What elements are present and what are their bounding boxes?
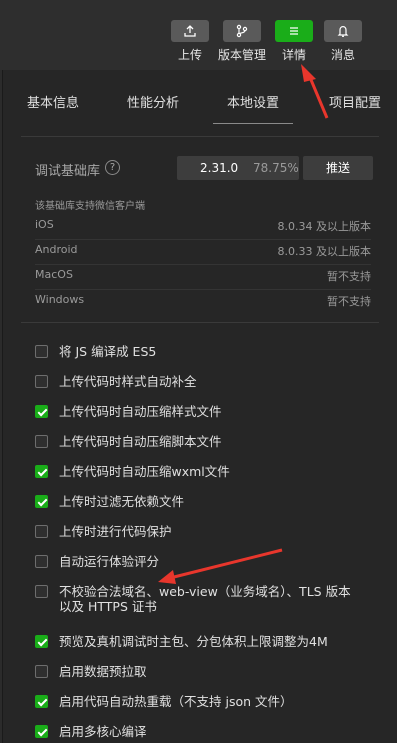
checked-checkbox[interactable] <box>35 725 48 738</box>
base-library-select[interactable]: 2.31.0 78.75% <box>177 156 299 180</box>
option-label: 启用多核心编译 <box>59 724 147 739</box>
base-library-usage: 78.75% <box>253 161 299 175</box>
support-row: iOS 8.0.34 及以上版本 <box>35 218 371 240</box>
bell-icon <box>324 20 362 42</box>
option-label: 不校验合法域名、web-view（业务域名）、TLS 版本以及 HTTPS 证书 <box>59 584 351 614</box>
checked-checkbox[interactable] <box>35 695 48 708</box>
unchecked-checkbox[interactable] <box>35 345 48 358</box>
support-requirement: 暂不支持 <box>327 295 371 308</box>
divider <box>21 322 379 323</box>
option-label: 上传时过滤无依赖文件 <box>59 494 185 509</box>
branch-icon <box>223 20 261 42</box>
details-button[interactable]: 详情 <box>274 20 314 63</box>
checked-checkbox[interactable] <box>35 405 48 418</box>
option-label: 将 JS 编译成 ES5 <box>59 344 157 359</box>
support-requirement: 暂不支持 <box>327 270 371 283</box>
unchecked-checkbox[interactable] <box>35 665 48 678</box>
base-library-label: 调试基础库 <box>35 164 101 179</box>
divider <box>21 136 379 137</box>
option-label: 预览及真机调试时主包、分包体积上限调整为4M <box>59 634 328 649</box>
messages-button[interactable]: 消息 <box>323 20 363 63</box>
upload-label: 上传 <box>177 48 202 62</box>
upload-button[interactable]: 上传 <box>170 20 210 63</box>
list-icon <box>275 20 313 42</box>
base-library-row: 调试基础库 ? 2.31.0 78.75% 推送 <box>35 156 375 180</box>
support-row: MacOS 暂不支持 <box>35 268 371 290</box>
support-row: Android 8.0.33 及以上版本 <box>35 243 371 265</box>
support-row: Windows 暂不支持 <box>35 293 371 309</box>
toolbar: 上传 版本管理 详情 消息 <box>0 0 397 70</box>
option-label: 上传时进行代码保护 <box>59 524 172 539</box>
support-title: 该基础库支持微信客户端 <box>35 201 145 212</box>
option-label: 上传代码时自动压缩样式文件 <box>59 404 222 419</box>
support-requirement: 8.0.34 及以上版本 <box>277 220 371 233</box>
push-button[interactable]: 推送 <box>303 156 373 180</box>
tab-bar: 基本信息 性能分析 本地设置 项目配置 <box>3 70 397 126</box>
details-label: 详情 <box>281 48 306 62</box>
option-label: 启用数据预拉取 <box>59 664 147 679</box>
details-panel: 基本信息 性能分析 本地设置 项目配置 调试基础库 ? 2.31.0 78.75… <box>2 70 397 743</box>
tab-project-config[interactable]: 项目配置 <box>329 92 381 111</box>
option-label: 上传代码时样式自动补全 <box>59 374 197 389</box>
unchecked-checkbox[interactable] <box>35 525 48 538</box>
version-management-button[interactable]: 版本管理 <box>218 20 266 63</box>
support-requirement: 8.0.33 及以上版本 <box>277 245 371 258</box>
messages-label: 消息 <box>330 48 355 62</box>
unchecked-checkbox[interactable] <box>35 555 48 568</box>
unchecked-checkbox[interactable] <box>35 375 48 388</box>
help-icon[interactable]: ? <box>105 160 120 175</box>
support-os: MacOS <box>35 268 73 281</box>
unchecked-checkbox[interactable] <box>35 435 48 448</box>
option-label: 上传代码时自动压缩脚本文件 <box>59 434 222 449</box>
version-management-label: 版本管理 <box>218 48 267 62</box>
unchecked-checkbox[interactable] <box>35 585 48 598</box>
upload-icon <box>171 20 209 42</box>
tab-performance[interactable]: 性能分析 <box>127 92 179 111</box>
support-os: iOS <box>35 218 54 231</box>
option-label: 启用代码自动热重载（不支持 json 文件） <box>59 694 293 709</box>
option-label: 自动运行体验评分 <box>59 554 160 569</box>
support-os: Android <box>35 243 78 256</box>
checked-checkbox[interactable] <box>35 465 48 478</box>
checked-checkbox[interactable] <box>35 495 48 508</box>
support-os: Windows <box>35 293 85 306</box>
option-label: 上传代码时自动压缩wxml文件 <box>59 464 230 479</box>
tab-local-settings[interactable]: 本地设置 <box>212 92 294 124</box>
checked-checkbox[interactable] <box>35 635 48 648</box>
tab-basic-info[interactable]: 基本信息 <box>27 92 79 111</box>
base-library-version: 2.31.0 <box>200 161 239 175</box>
